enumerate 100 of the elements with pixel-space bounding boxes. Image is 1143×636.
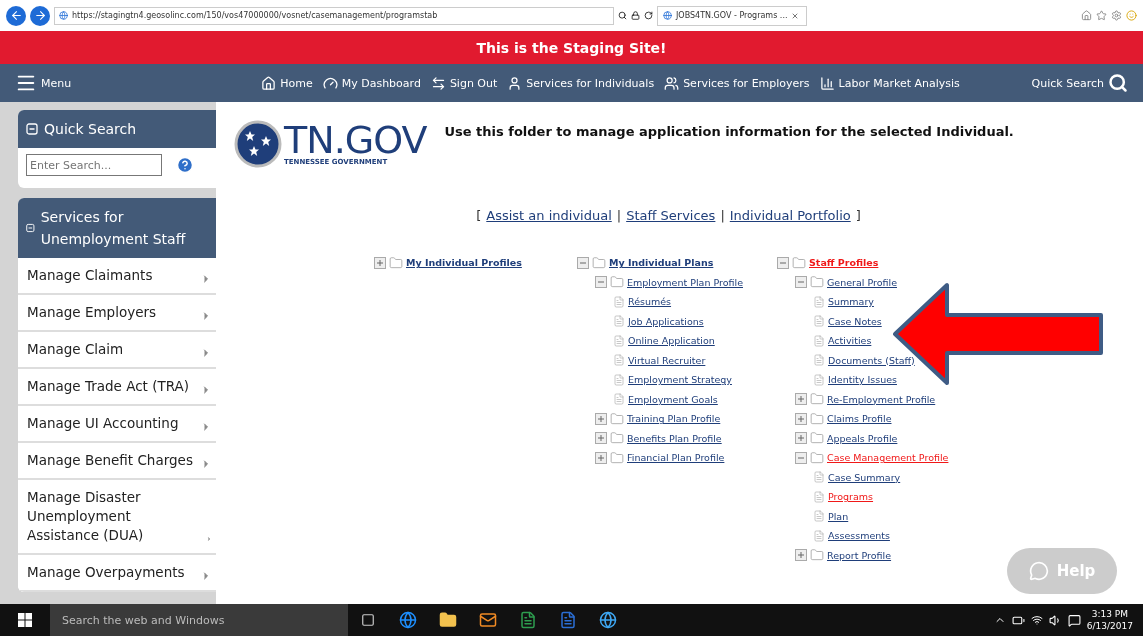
page-icon (613, 373, 625, 386)
collapse-toggle[interactable] (777, 256, 789, 269)
collapse-toggle[interactable] (795, 276, 807, 289)
tree-link[interactable]: Financial Plan Profile (627, 452, 725, 464)
tree-link[interactable]: Job Applications (628, 315, 704, 327)
nav-link[interactable]: Labor Market Analysis (814, 75, 965, 91)
tree-link[interactable]: Appeals Profile (827, 432, 898, 444)
tree-link[interactable]: Benefits Plan Profile (627, 432, 722, 444)
separator: | (720, 208, 725, 223)
folder-icon (810, 275, 824, 290)
collapse-toggle[interactable] (795, 451, 807, 464)
tree-link[interactable]: Programs (828, 491, 874, 503)
page-icon (813, 354, 825, 367)
collapse-toggle[interactable] (595, 276, 607, 289)
tree-link[interactable]: Summary (828, 296, 874, 308)
search-icon[interactable] (618, 11, 627, 20)
forward-button[interactable] (30, 5, 50, 26)
expand-toggle[interactable] (795, 393, 807, 406)
tree-link[interactable]: Activities (828, 335, 872, 347)
volume-icon[interactable] (1048, 613, 1062, 627)
tree-link[interactable]: Employment Goals (628, 393, 718, 405)
collapse-toggle[interactable] (577, 256, 589, 269)
task-view-icon[interactable] (361, 613, 375, 627)
page-icon (813, 315, 825, 328)
tree-link[interactable]: Plan (828, 510, 849, 522)
expand-toggle[interactable] (795, 549, 807, 562)
menu-button[interactable]: Menu (10, 72, 77, 94)
link[interactable]: Assist an individual (486, 208, 612, 223)
star-icon[interactable] (1096, 10, 1107, 21)
expand-toggle[interactable] (374, 256, 386, 269)
address-bar[interactable]: https://stagingtn4.geosolinc.com/150/vos47000000/vosnet/casemanagement/programstab (54, 6, 614, 25)
back-button[interactable] (6, 5, 26, 26)
quick-search-button[interactable]: Quick Search (1026, 73, 1133, 93)
page-icon (813, 295, 825, 308)
page-icon (613, 334, 625, 347)
tree-link[interactable]: Report Profile (827, 549, 892, 561)
tree-link[interactable]: Identity Issues (828, 374, 897, 386)
back-arrow-icon (9, 9, 23, 22)
nav-link[interactable]: Services for Individuals (502, 75, 660, 91)
notification-icon[interactable] (1067, 613, 1081, 627)
nav-link[interactable]: Sign Out (425, 75, 503, 91)
tree-link[interactable]: Assessments (828, 530, 890, 542)
browser-tab[interactable]: JOBS4TN.GOV - Programs ... (657, 5, 807, 26)
folder-icon (810, 548, 824, 563)
search-field[interactable]: Enter Search... (26, 154, 162, 176)
spreadsheet-icon[interactable] (519, 611, 537, 629)
taskbar-search[interactable]: Search the web and Windows (50, 604, 348, 636)
tree-link[interactable]: General Profile (827, 276, 897, 288)
nav-link[interactable]: My Dashboard (317, 75, 426, 91)
expand-toggle[interactable] (595, 412, 607, 425)
person-icon (507, 75, 523, 91)
expand-toggle[interactable] (595, 451, 607, 464)
tree-link[interactable]: Case Management Profile (827, 452, 949, 464)
signal-icon[interactable] (1030, 614, 1043, 626)
tree-link[interactable]: Online Application (628, 335, 715, 347)
tree-link[interactable]: Case Notes (828, 315, 882, 327)
expand-toggle[interactable] (795, 432, 807, 445)
folder-icon[interactable] (439, 611, 457, 629)
browser-icon[interactable] (599, 611, 617, 629)
tree-link[interactable]: Virtual Recruiter (628, 354, 706, 366)
link[interactable]: Staff Services (626, 208, 716, 223)
link[interactable]: Individual Portfolio (729, 208, 851, 223)
mail-icon[interactable] (479, 611, 497, 629)
collapse-icon[interactable] (26, 123, 38, 135)
refresh-icon[interactable] (644, 11, 653, 20)
folder-icon (592, 255, 606, 270)
nav-link[interactable]: Services for Employers (659, 75, 815, 91)
folder-icon (810, 392, 824, 407)
page-icon (813, 471, 825, 484)
settings-icon[interactable] (1111, 10, 1122, 21)
page-heading: Use this folder to manage application information for the selected Individual. (444, 124, 1014, 139)
tree-link[interactable]: Training Plan Profile (627, 413, 721, 425)
tree-link[interactable]: Case Summary (828, 471, 901, 483)
page-icon (613, 315, 625, 328)
separator: | (616, 208, 622, 223)
tree-link[interactable]: Staff Profiles (809, 257, 879, 269)
tree-link[interactable]: My Individual Profiles (406, 257, 522, 269)
tree-link[interactable]: Employment Plan Profile (627, 276, 743, 288)
expand-toggle[interactable] (795, 412, 807, 425)
folder-icon (792, 255, 806, 270)
tree-link[interactable]: Claims Profile (827, 413, 892, 425)
browser-icon[interactable] (399, 611, 417, 629)
page-icon (813, 334, 825, 347)
globe-icon (663, 11, 672, 20)
close-icon[interactable] (791, 11, 800, 20)
collapse-icon[interactable] (26, 222, 35, 234)
clock[interactable]: 3:13 PM 6/13/2017 (1086, 608, 1133, 632)
tree-link[interactable]: Résumés (628, 296, 672, 308)
tree-link[interactable]: My Individual Plans (609, 257, 714, 269)
bracket: ] (855, 208, 861, 223)
folder-icon (610, 411, 624, 426)
tree-link[interactable]: Re-Employment Profile (827, 393, 936, 405)
tree-link[interactable]: Employment Strategy (628, 374, 732, 386)
document-icon[interactable] (559, 611, 577, 629)
tree-link[interactable]: Documents (Staff) (828, 354, 915, 366)
expand-toggle[interactable] (595, 432, 607, 445)
windows-icon (18, 613, 32, 627)
help-icon[interactable] (176, 156, 194, 174)
home-icon[interactable] (1081, 10, 1092, 21)
nav-link[interactable]: Home (256, 75, 318, 91)
